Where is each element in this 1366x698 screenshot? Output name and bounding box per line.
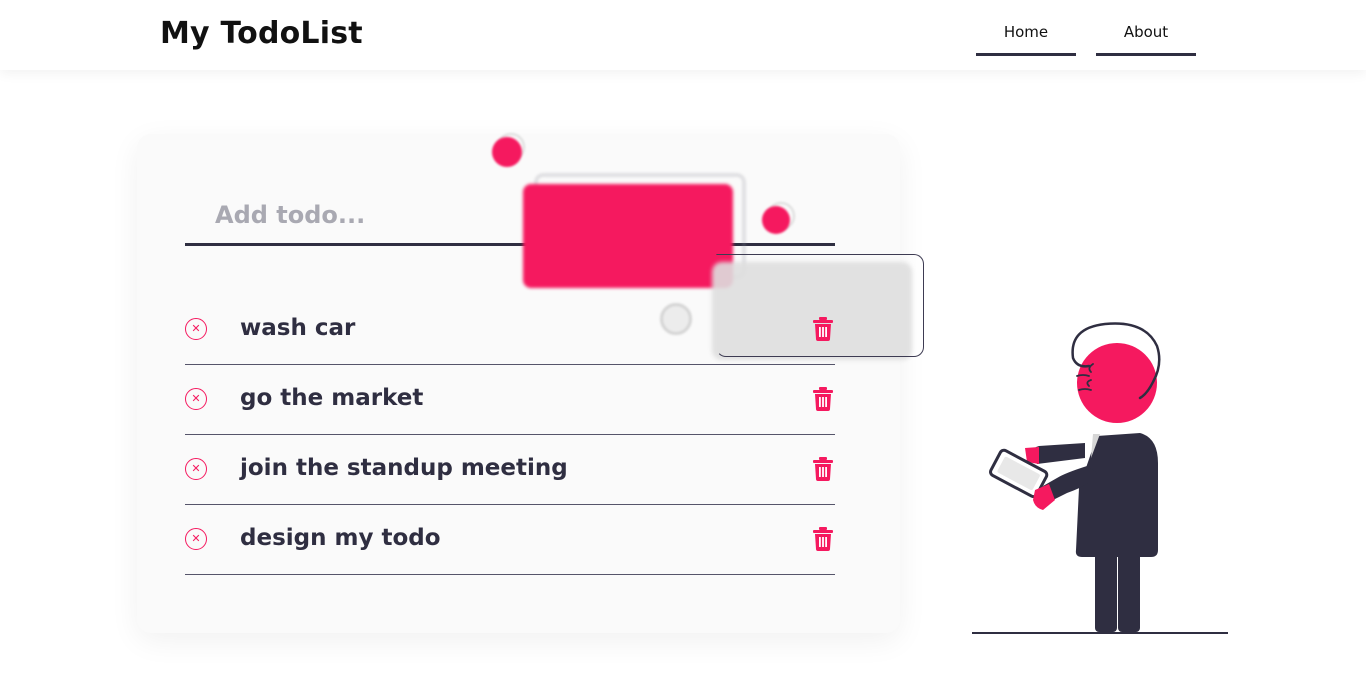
todo-text: join the standup meeting xyxy=(240,455,568,481)
remove-todo-button[interactable]: ✕ xyxy=(185,318,207,340)
todo-item: ✕ wash car xyxy=(185,295,835,365)
nav-about-link[interactable]: About xyxy=(1096,18,1196,56)
trash-icon[interactable] xyxy=(813,457,833,481)
body-coat xyxy=(1075,433,1158,557)
head xyxy=(1077,343,1157,423)
remove-todo-button[interactable]: ✕ xyxy=(185,388,207,410)
todo-text: wash car xyxy=(240,315,356,341)
remove-todo-button[interactable]: ✕ xyxy=(185,528,207,550)
todo-text: design my todo xyxy=(240,525,441,551)
navbar: My TodoList Home About xyxy=(0,0,1366,70)
add-todo-input[interactable] xyxy=(185,186,835,246)
todo-list: ✕ wash car ✕ go the market ✕ join the st… xyxy=(185,295,835,575)
back-arm xyxy=(1032,443,1085,464)
todo-item: ✕ design my todo xyxy=(185,505,835,575)
remove-todo-button[interactable]: ✕ xyxy=(185,458,207,480)
brand-title[interactable]: My TodoList xyxy=(160,16,363,51)
todo-item: ✕ go the market xyxy=(185,365,835,435)
person-with-tablet-illustration xyxy=(972,322,1228,634)
todo-item: ✕ join the standup meeting xyxy=(185,435,835,505)
nav-home-link[interactable]: Home xyxy=(976,18,1076,56)
trash-icon[interactable] xyxy=(813,387,833,411)
todo-text: go the market xyxy=(240,385,424,411)
trash-icon[interactable] xyxy=(813,317,833,341)
trash-icon[interactable] xyxy=(813,527,833,551)
